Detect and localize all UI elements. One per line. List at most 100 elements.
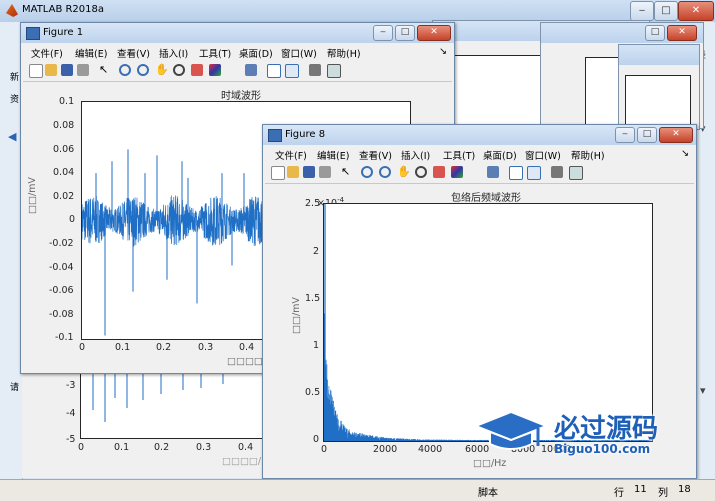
print-icon[interactable] (319, 166, 331, 178)
figure1-xtick: 0.3 (198, 342, 214, 353)
menu-file[interactable]: 文件(F) (275, 148, 307, 162)
figure8-maximize-button[interactable]: □ (637, 127, 657, 143)
menu-view[interactable]: 查看(V) (117, 46, 150, 60)
figure1-minimize-button[interactable]: ‒ (373, 25, 393, 41)
behind-xlabel: □□□□/ (222, 456, 262, 467)
figure8-ytick: 2 (313, 246, 320, 257)
close-button[interactable]: ✕ (678, 1, 714, 21)
background-figure-window-5[interactable] (618, 44, 700, 131)
data-cursor-icon[interactable] (433, 166, 445, 178)
behind-xtick: 0 (78, 442, 85, 453)
figure8-minimize-button[interactable]: ‒ (615, 127, 635, 143)
pan-hand-icon[interactable]: ✋ (397, 166, 411, 178)
watermark-logo: 必过源码 Biguo100.com (476, 408, 680, 464)
colorbar-icon[interactable] (267, 64, 281, 78)
rotate-icon[interactable] (173, 64, 185, 76)
figure8-ytick: 0 (313, 434, 320, 445)
figure1-xlabel: □□□□/ (227, 356, 267, 367)
figure8-xtick: 4000 (418, 444, 443, 455)
open-folder-icon[interactable] (287, 166, 299, 178)
pointer-icon[interactable]: ↖ (341, 166, 353, 178)
save-icon[interactable] (61, 64, 73, 76)
menu-desktop[interactable]: 桌面(D) (239, 46, 273, 60)
menu-insert[interactable]: 插入(I) (159, 46, 188, 60)
menu-window[interactable]: 窗口(W) (281, 46, 317, 60)
behind-ytick: -3 (66, 380, 76, 391)
new-figure-icon[interactable] (271, 166, 285, 180)
hide-plot-tools-icon[interactable] (551, 166, 563, 178)
figure8-ytick: 1.5 (305, 293, 321, 304)
menu-insert[interactable]: 插入(I) (401, 148, 430, 162)
behind-ytick: -4 (66, 408, 76, 419)
legend-icon[interactable] (285, 64, 299, 78)
figure1-ytick: -0.02 (49, 238, 74, 249)
figure8-close-button[interactable]: ✕ (659, 127, 693, 143)
figure1-title: Figure 1 (43, 27, 84, 38)
expand-arrow-icon[interactable]: ▾ (700, 384, 706, 397)
figure1-xtick: 0.2 (156, 342, 172, 353)
figure8-xtick: 0 (321, 444, 328, 455)
figure1-titlebar[interactable]: Figure 1 ‒ □ ✕ (21, 23, 454, 43)
figure1-ytick: -0.1 (55, 332, 74, 343)
new-figure-icon[interactable] (29, 64, 43, 78)
link-plot-icon[interactable] (245, 64, 257, 76)
minimize-button[interactable]: ‒ (630, 1, 654, 21)
figure8-titlebar[interactable]: Figure 8 ‒ □ ✕ (263, 125, 696, 145)
hide-plot-tools-icon[interactable] (309, 64, 321, 76)
behind-signal-spikes (92, 370, 224, 422)
zoom-in-icon[interactable] (119, 64, 131, 76)
figure1-ytick: 0.04 (53, 167, 75, 178)
rotate-icon[interactable] (415, 166, 427, 178)
watermark-brand: 必过源码 (554, 414, 659, 444)
menu-help[interactable]: 帮助(H) (571, 148, 605, 162)
save-icon[interactable] (303, 166, 315, 178)
brush-icon[interactable] (451, 166, 463, 178)
menu-tools[interactable]: 工具(T) (199, 46, 231, 60)
colorbar-icon[interactable] (509, 166, 523, 180)
figure8-title: Figure 8 (285, 129, 326, 140)
figure-icon (268, 129, 282, 142)
figure1-toolbar: ↖ ✋ (23, 61, 452, 82)
status-file-type: 脚本 (478, 488, 498, 499)
menu-desktop[interactable]: 桌面(D) (483, 148, 517, 162)
figure1-ytick: 0.08 (53, 120, 75, 131)
menu-dock-arrow-icon[interactable]: ↘ (439, 46, 447, 57)
graduation-cap-icon (476, 410, 546, 450)
menu-help[interactable]: 帮助(H) (327, 46, 361, 60)
figure1-maximize-button[interactable]: □ (395, 25, 415, 41)
link-plot-icon[interactable] (487, 166, 499, 178)
zoom-out-icon[interactable] (137, 64, 149, 76)
behind-ytick: -5 (66, 434, 76, 445)
sidebar-label-cmd: 请 (10, 383, 20, 393)
open-folder-icon[interactable] (45, 64, 57, 76)
show-plot-tools-icon[interactable] (569, 166, 583, 180)
figure1-menubar: 文件(F) 编辑(E) 查看(V) 插入(I) 工具(T) 桌面(D) 窗口(W… (23, 43, 452, 61)
figure8-plot-title: 包络后频域波形 (451, 193, 521, 204)
brush-icon[interactable] (209, 64, 221, 76)
pointer-icon[interactable]: ↖ (99, 64, 111, 76)
pan-hand-icon[interactable]: ✋ (155, 64, 169, 76)
legend-icon[interactable] (527, 166, 541, 180)
menu-window[interactable]: 窗口(W) (525, 148, 561, 162)
figure8-ytick: 1 (313, 340, 320, 351)
sidebar-label-new: 新 (10, 73, 20, 83)
menu-file[interactable]: 文件(F) (31, 46, 63, 60)
figure1-ytick: -0.08 (49, 309, 74, 320)
back-arrow-icon[interactable]: ◀ (8, 130, 16, 143)
menu-edit[interactable]: 编辑(E) (75, 46, 107, 60)
maximize-button[interactable]: □ (654, 1, 678, 21)
status-row-label: 行 (614, 488, 624, 499)
zoom-in-icon[interactable] (361, 166, 373, 178)
menu-edit[interactable]: 编辑(E) (317, 148, 349, 162)
menu-dock-arrow-icon[interactable]: ↘ (681, 148, 689, 159)
print-icon[interactable] (77, 64, 89, 76)
show-plot-tools-icon[interactable] (327, 64, 341, 78)
data-cursor-icon[interactable] (191, 64, 203, 76)
menu-tools[interactable]: 工具(T) (443, 148, 475, 162)
figure-icon (26, 27, 40, 40)
menu-view[interactable]: 查看(V) (359, 148, 392, 162)
zoom-out-icon[interactable] (379, 166, 391, 178)
figure8-axes[interactable] (323, 203, 653, 442)
figure1-close-button[interactable]: ✕ (417, 25, 451, 41)
watermark-url: Biguo100.com (554, 442, 651, 456)
